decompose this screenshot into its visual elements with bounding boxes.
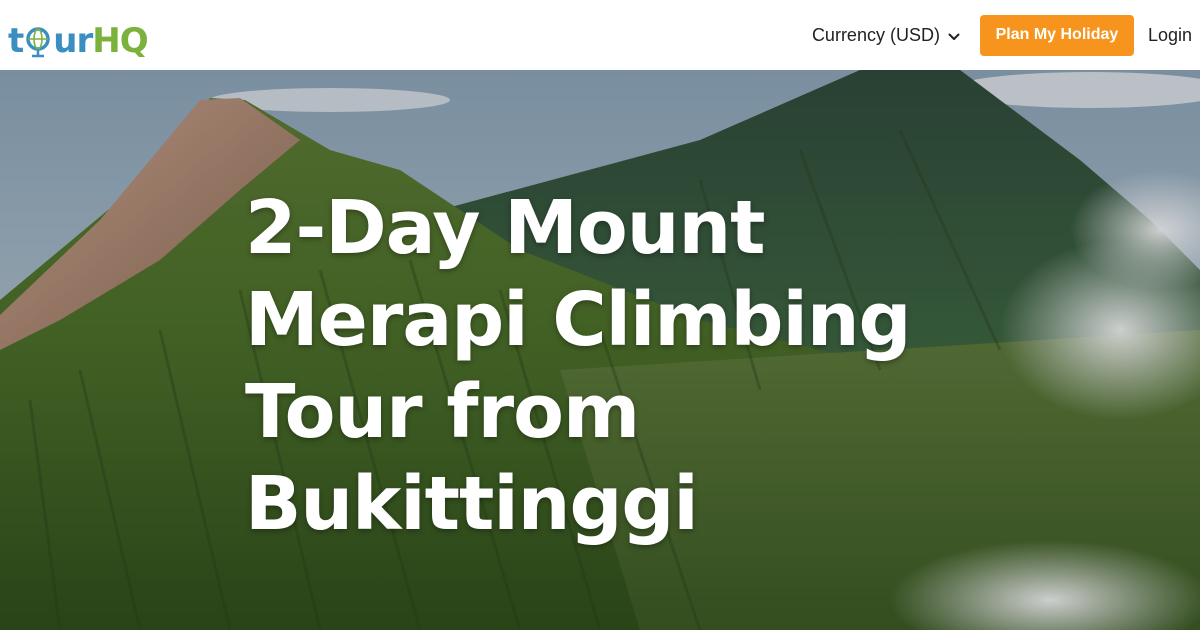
header-nav: Currency (USD) Plan My Holiday Login (812, 0, 1192, 70)
chevron-down-icon (948, 25, 960, 46)
currency-dropdown[interactable]: Currency (USD) (812, 25, 960, 46)
globe-icon (24, 24, 52, 58)
login-link[interactable]: Login (1148, 25, 1192, 46)
plan-my-holiday-button[interactable]: Plan My Holiday (979, 14, 1134, 56)
logo-text-hq: HQ (92, 21, 148, 61)
logo-text-ur: ur (53, 21, 93, 61)
logo-text-t: t (8, 21, 24, 61)
site-header: t urHQ Currency (USD) Plan My Holiday Lo… (0, 0, 1200, 70)
currency-label: Currency (USD) (811, 24, 940, 45)
tourhq-logo[interactable]: t urHQ (8, 8, 149, 61)
hero-banner: 2-Day Mount Merapi Climbing Tour from Bu… (0, 70, 1200, 630)
tour-title: 2-Day Mount Merapi Climbing Tour from Bu… (245, 185, 912, 547)
